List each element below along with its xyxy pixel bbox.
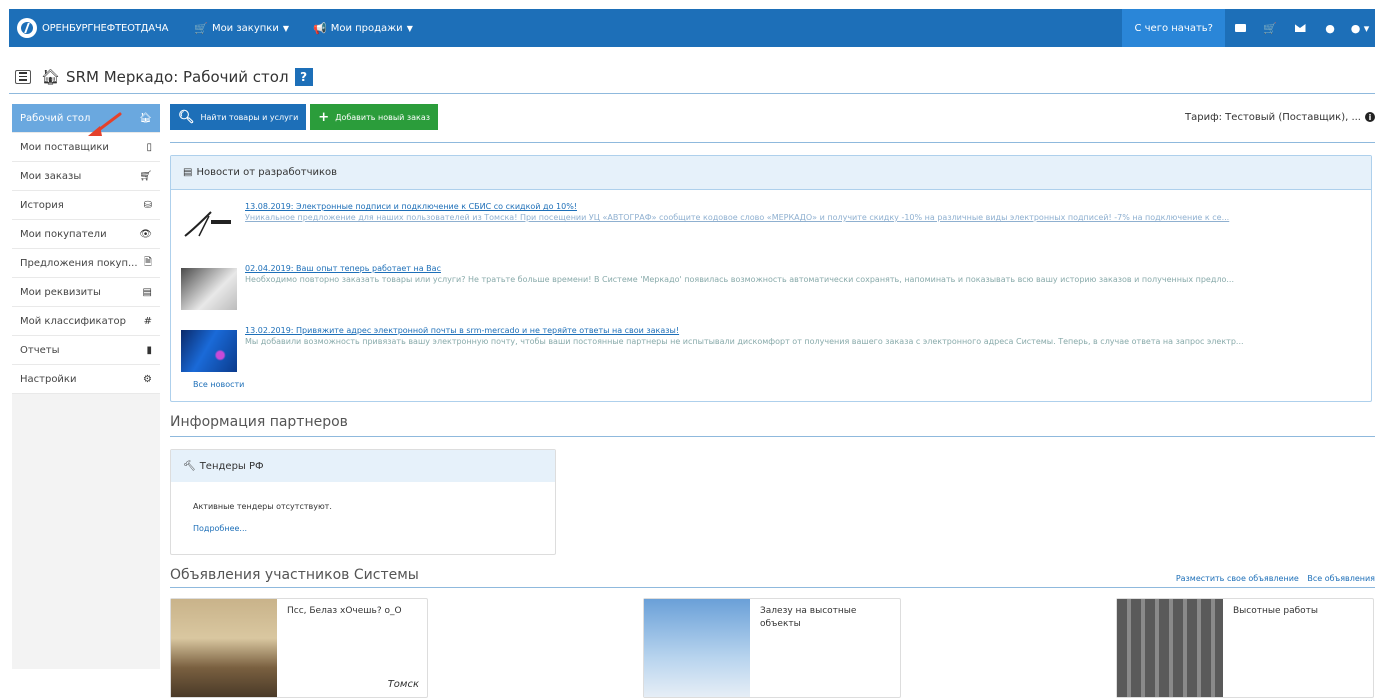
page-title: SRM Меркадо: Рабочий стол [66, 67, 289, 86]
menu-my-purchases[interactable]: 🛒 Мои закупки ▼ [194, 22, 289, 35]
ad-image[interactable] [644, 599, 750, 697]
sidebar-item-label: Мои поставщики [20, 141, 109, 153]
news-headline-link[interactable]: 13.08.2019: Электронные подписи и подклю… [245, 202, 1361, 211]
tenders-panel-title: Тендеры РФ [199, 460, 264, 472]
menu-my-sales[interactable]: 📢 Мои продажи ▼ [313, 22, 413, 35]
ad-image[interactable] [1117, 599, 1223, 697]
home-icon: 🏠︎ [41, 67, 61, 86]
sidebar-item[interactable]: Мои реквизиты ▤︎ [12, 278, 160, 307]
brand[interactable]: ОРЕНБУРГНЕФТЕОТДАЧА [9, 18, 168, 38]
sidebar-item[interactable]: Отчеты ▮︎ [12, 336, 160, 365]
news-item: 13.02.2019: Привяжите адрес электронной … [171, 324, 1371, 376]
tariff-info: Тариф: Тестовый (Поставщик), ... i [1185, 112, 1375, 123]
news-panel-title: Новости от разработчиков [196, 167, 338, 178]
book-icon: ▯︎ [146, 141, 152, 153]
brand-name: ОРЕНБУРГНЕФТЕОТДАЧА [42, 22, 169, 34]
add-order-button[interactable]: + Добавить новый заказ [310, 104, 439, 130]
sidebar-item-label: История [20, 199, 64, 211]
id-card-icon: ▤︎ [142, 286, 152, 298]
search-icon: 🔍︎ [178, 109, 195, 125]
news-thumbnail[interactable] [181, 330, 237, 372]
menu-my-purchases-label: Мои закупки [211, 22, 279, 34]
gears-icon: ⚙︎ [143, 373, 152, 385]
ad-card[interactable]: Высотные работы [1116, 598, 1374, 698]
news-item: 13.08.2019: Электронные подписи и подклю… [171, 200, 1371, 252]
sidebar-filler [12, 394, 160, 669]
info-icon[interactable]: i [1365, 112, 1375, 122]
annotation-arrow [88, 112, 122, 136]
sidebar: Рабочий стол 🏠︎ Мои поставщики ▯︎ Мои заказы… [12, 104, 160, 669]
newspaper-icon: ▤ [183, 167, 193, 178]
brand-logo-icon [17, 18, 37, 38]
ad-card[interactable]: Залезу на высотные объекты [643, 598, 901, 698]
add-order-label: Добавить новый заказ [335, 112, 431, 122]
sidebar-item[interactable]: Мой классификатор #︎ [12, 307, 160, 336]
megaphone-icon: 📢 [313, 21, 327, 35]
sidebar-item[interactable]: Мои заказы 🛒︎ [12, 162, 160, 191]
news-panel: ▤ Новости от разработчиков 13.08.2019: Э… [170, 155, 1372, 402]
news-summary: Необходимо повторно заказать товары или … [245, 275, 1234, 284]
home-icon: 🏠︎ [139, 112, 152, 124]
ad-title[interactable]: Высотные работы [1233, 605, 1363, 618]
all-news-link[interactable]: Все новости [171, 376, 1371, 401]
sidebar-item[interactable]: История ⛁︎ [12, 191, 160, 220]
caret-down-icon: ▼ [406, 23, 413, 33]
tenders-panel: 🔨︎ Тендеры РФ Активные тендеры отсутству… [170, 449, 556, 555]
sidebar-item-label: Рабочий стол [20, 112, 91, 124]
sidebar-item-label: Мои заказы [20, 170, 82, 182]
ad-city: Томск [387, 679, 419, 690]
tenders-status-text: Активные тендеры отсутствуют. [193, 502, 332, 511]
page-header: 🏠︎ SRM Меркадо: Рабочий стол ? [9, 60, 1375, 94]
partners-section-title: Информация партнеров [170, 414, 1375, 437]
chat-icon[interactable]: ● [1317, 22, 1343, 35]
sidebar-item-label: Предложения покуп... [20, 257, 138, 269]
archive-icon: ⛁︎ [143, 199, 152, 211]
sidebar-item-label: Отчеты [20, 344, 60, 356]
ad-title[interactable]: Залезу на высотные объекты [760, 605, 890, 631]
sidebar-item[interactable]: Мои покупатели 👁︎ [12, 220, 160, 249]
cart-icon: 🛒︎ [139, 170, 152, 182]
top-navbar: ОРЕНБУРГНЕФТЕОТДАЧА 🛒 Мои закупки ▼ 📢 Мо… [9, 9, 1375, 47]
tariff-label: Тариф: Тестовый (Поставщик), ... [1185, 111, 1361, 123]
tenders-more-link[interactable]: Подробнее... [193, 518, 533, 540]
envelope-icon[interactable] [1287, 24, 1313, 32]
post-ad-link[interactable]: Разместить свое объявление [1176, 574, 1299, 583]
hash-icon: #︎ [143, 315, 152, 327]
sidebar-item-label: Настройки [20, 373, 77, 385]
sidebar-item-label: Мои покупатели [20, 228, 107, 240]
ads-section-title: Объявления участников Системы [170, 567, 419, 583]
user-icon[interactable]: ● ▾ [1347, 22, 1373, 35]
find-goods-button[interactable]: 🔍︎ Найти товары и услуги [170, 104, 307, 130]
getting-started-button[interactable]: С чего начать? [1122, 9, 1225, 47]
ad-image[interactable] [171, 599, 277, 697]
ad-title[interactable]: Псс, Белаз хОчешь? о_О [287, 605, 417, 618]
plus-icon: + [318, 109, 330, 125]
ad-card[interactable]: Псс, Белаз хОчешь? о_О Томск [170, 598, 428, 698]
news-headline-link[interactable]: 02.04.2019: Ваш опыт теперь работает на … [245, 264, 1361, 273]
news-headline-link[interactable]: 13.02.2019: Привяжите адрес электронной … [245, 326, 1361, 335]
main-content: 🔍︎ Найти товары и услуги + Добавить новы… [170, 104, 1375, 698]
file-icon: ▮︎ [146, 344, 152, 356]
gavel-icon: 🔨︎ [183, 460, 196, 472]
news-item: 02.04.2019: Ваш опыт теперь работает на … [171, 262, 1371, 314]
eye-icon: 👁︎ [139, 228, 152, 240]
news-thumbnail[interactable] [181, 206, 237, 248]
menu-toggle-icon[interactable] [15, 69, 31, 84]
help-button[interactable]: ? [294, 67, 313, 86]
sidebar-item-label: Мой классификатор [20, 315, 126, 327]
news-summary[interactable]: Уникальное предложение для наших пользов… [245, 213, 1361, 222]
sidebar-item[interactable]: Настройки ⚙︎ [12, 365, 160, 394]
all-ads-link[interactable]: Все объявления [1307, 574, 1375, 583]
news-thumbnail[interactable] [181, 268, 237, 310]
menu-my-sales-label: Мои продажи [330, 22, 403, 34]
sidebar-item-label: Мои реквизиты [20, 286, 101, 298]
caret-down-icon: ▼ [282, 23, 289, 33]
sidebar-item[interactable]: Предложения покуп... 🗎︎ [12, 249, 160, 278]
news-summary: Мы добавили возможность привязать вашу э… [245, 337, 1244, 346]
cart-icon: 🛒 [194, 21, 208, 35]
cart-icon[interactable]: 🛒 [1257, 22, 1283, 35]
find-goods-label: Найти товары и услуги [200, 112, 299, 122]
list-icon[interactable] [1227, 24, 1253, 32]
document-icon: 🗎︎ [143, 256, 152, 268]
